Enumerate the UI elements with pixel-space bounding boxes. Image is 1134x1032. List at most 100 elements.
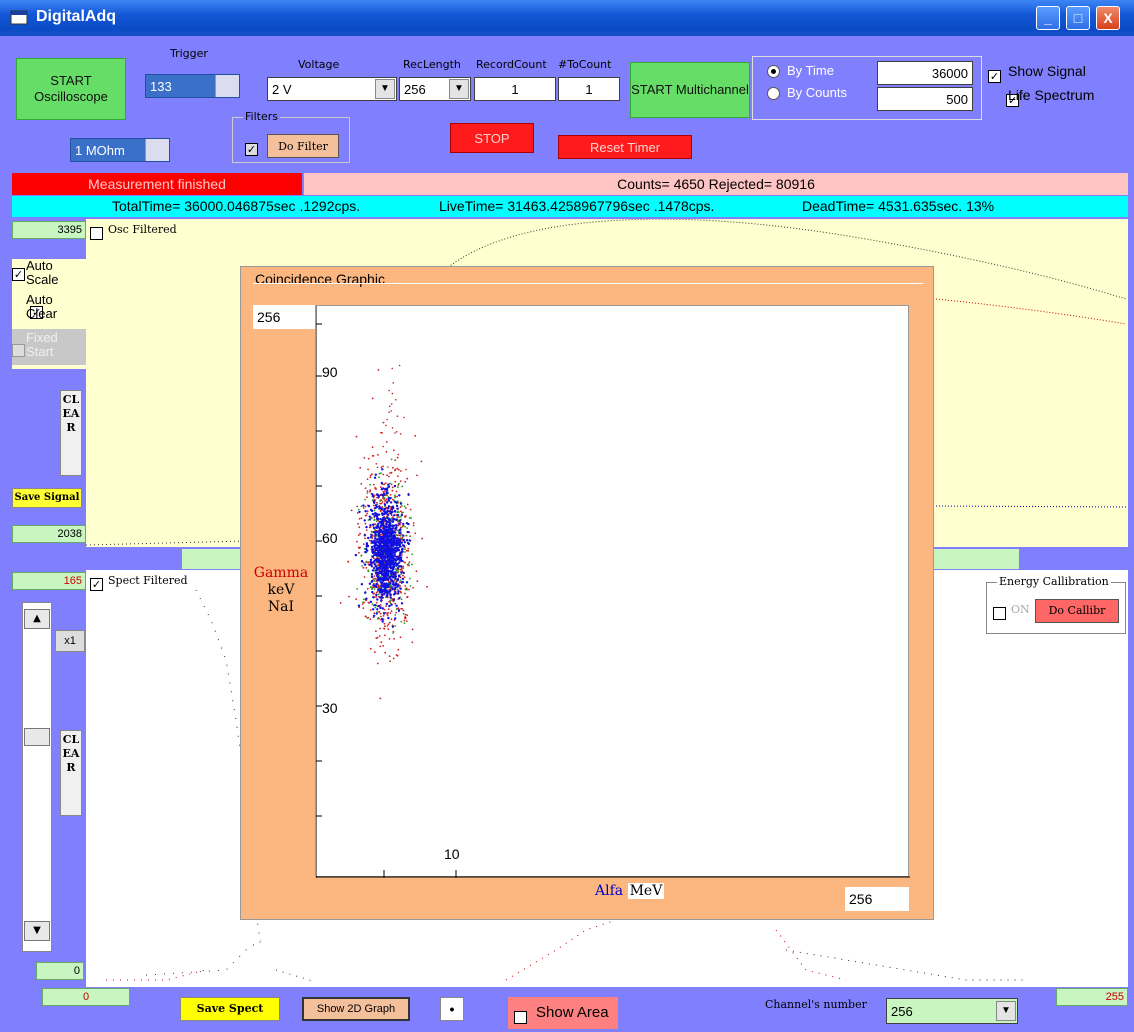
fixed-start-option[interactable]: Fixed Start — [12, 329, 86, 365]
scatter-point — [369, 490, 371, 493]
trigger-spinner[interactable]: 133 — [145, 74, 240, 98]
scroll-thumb[interactable] — [24, 728, 50, 746]
osc-clear-button[interactable]: CLEAR — [60, 390, 82, 476]
energy-calibration-label: Energy Callibration — [997, 575, 1111, 588]
scatter-point — [363, 576, 366, 578]
scatter-point — [372, 614, 376, 617]
scatter-point — [390, 572, 393, 575]
spect-vscroll[interactable]: ▲ ▼ — [22, 602, 52, 952]
scatter-point — [406, 614, 409, 617]
scatter-point — [373, 539, 376, 542]
filter-checkbox[interactable]: ✓ — [245, 143, 258, 156]
scatter-point — [379, 697, 382, 700]
impedance-spinner[interactable]: 1 MOhm — [70, 138, 170, 162]
scroll-up-icon[interactable]: ▲ — [24, 609, 50, 629]
x-max-input[interactable]: 256 — [845, 887, 909, 911]
scatter-point — [376, 636, 379, 639]
scatter-point — [374, 533, 377, 536]
time-input[interactable]: 36000 — [877, 61, 973, 85]
scatter-point — [376, 501, 378, 504]
scatter-point — [369, 524, 372, 527]
scatter-point — [399, 480, 402, 482]
scatter-point — [378, 531, 381, 534]
scatter-point — [390, 610, 393, 612]
impedance-spin-arrows[interactable] — [145, 139, 169, 161]
close-button[interactable]: X — [1096, 6, 1120, 30]
scatter-point — [370, 580, 373, 583]
scatter-point — [374, 606, 377, 609]
scatter-point — [398, 516, 400, 518]
scatter-point — [386, 546, 389, 549]
save-signal-button[interactable]: Save Signal — [12, 488, 82, 508]
scatter-point — [364, 522, 367, 525]
counts-input[interactable]: 500 — [877, 87, 973, 111]
energy-on-checkbox[interactable] — [993, 607, 1006, 620]
save-spect-button[interactable]: Save Spect — [180, 997, 280, 1021]
y-max-input[interactable]: 256 — [253, 305, 317, 329]
scatter-point — [380, 596, 384, 599]
zoom-button[interactable]: x1 — [55, 630, 85, 652]
voltage-select[interactable]: 2 V ▼ — [267, 77, 397, 101]
show-2d-graph-button[interactable]: Show 2D Graph — [302, 997, 410, 1021]
start-oscilloscope-button[interactable]: START Oscilloscope — [16, 58, 126, 120]
scatter-point — [379, 518, 382, 521]
scatter-point — [375, 463, 378, 465]
app-icon — [10, 10, 28, 25]
chevron-down-icon[interactable]: ▼ — [449, 79, 469, 99]
do-callibr-button[interactable]: Do Callibr — [1035, 599, 1119, 623]
start-multichannel-button[interactable]: START Multichannel — [630, 62, 750, 118]
show-area-option[interactable]: Show Area — [508, 997, 618, 1029]
scatter-point — [380, 431, 382, 434]
tocount-input[interactable]: 1 — [558, 77, 620, 101]
scatter-point — [365, 561, 367, 563]
spect-clear-button[interactable]: CLEAR — [60, 730, 82, 816]
total-time: TotalTime= 36000.046875sec .1292cps. — [112, 198, 361, 214]
scatter-point — [387, 608, 390, 611]
scatter-point — [393, 514, 396, 517]
osc-filtered-checkbox[interactable] — [90, 227, 103, 240]
stop-button[interactable]: STOP — [450, 123, 534, 153]
by-counts-radio[interactable] — [767, 87, 780, 100]
scatter-point — [382, 579, 385, 583]
reset-timer-button[interactable]: Reset Timer — [558, 135, 692, 159]
scatter-point — [387, 499, 390, 502]
scatter-point — [397, 648, 400, 651]
scatter-point — [366, 496, 368, 499]
auto-scale-checkbox[interactable]: ✓ — [12, 268, 25, 281]
fixed-start-checkbox[interactable] — [12, 344, 25, 357]
maximize-button[interactable]: □ — [1066, 6, 1090, 30]
y-label-nai: NaI — [267, 599, 295, 615]
scatter-point — [405, 534, 408, 537]
scatter-point — [398, 468, 400, 471]
show-area-checkbox[interactable] — [514, 1011, 527, 1024]
spect-filtered-checkbox[interactable]: ✓ — [90, 578, 103, 591]
scatter-point — [373, 501, 376, 504]
minimize-button[interactable]: _ — [1036, 6, 1060, 30]
chevron-down-icon[interactable]: ▼ — [375, 79, 395, 99]
scatter-point — [388, 411, 390, 413]
scatter-point — [365, 529, 368, 531]
show-signal-checkbox[interactable]: ✓ — [988, 70, 1001, 83]
scatter-point — [373, 567, 376, 570]
scatter-point — [383, 483, 386, 486]
scatter-point — [390, 551, 394, 555]
trigger-label: Trigger — [170, 47, 208, 60]
recordcount-input[interactable]: 1 — [474, 77, 556, 101]
scroll-down-icon[interactable]: ▼ — [24, 921, 50, 941]
trigger-spin-arrows[interactable] — [215, 75, 239, 97]
by-time-radio[interactable] — [767, 65, 780, 78]
chevron-down-icon[interactable]: ▼ — [996, 1001, 1016, 1021]
reclength-select[interactable]: 256 ▼ — [399, 77, 471, 101]
scatter-point — [389, 594, 392, 597]
scatter-point — [355, 435, 358, 438]
point-style-button[interactable]: • — [440, 997, 464, 1021]
scatter-point — [373, 476, 377, 479]
channels-select[interactable]: 256 ▼ — [886, 998, 1018, 1024]
scatter-point — [405, 539, 409, 542]
scatter-point — [370, 545, 374, 549]
scatter-point — [391, 486, 394, 489]
scatter-point — [379, 627, 381, 630]
scatter-point — [375, 526, 379, 529]
scatter-point — [393, 540, 396, 544]
do-filter-button[interactable]: Do Filter — [267, 134, 339, 158]
